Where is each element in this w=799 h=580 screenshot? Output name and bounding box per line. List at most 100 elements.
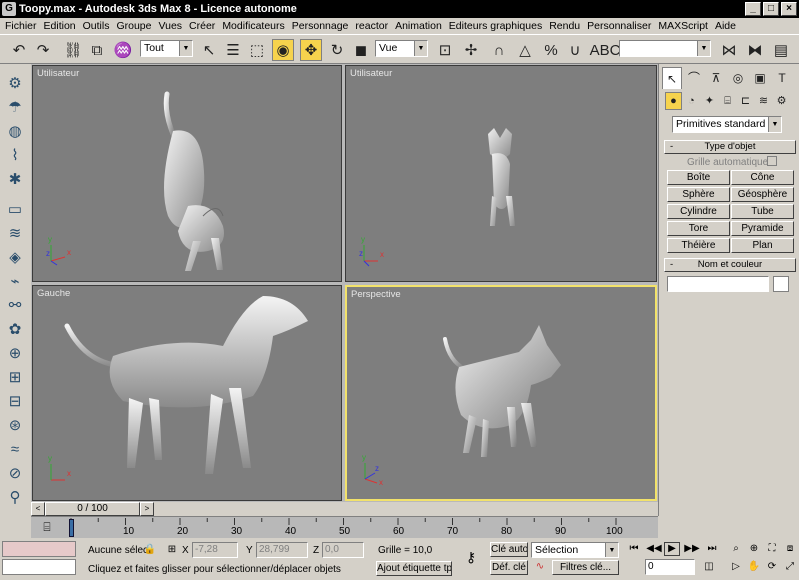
zoom-all-icon[interactable]: ⊕ (746, 542, 762, 556)
reactor-hinge-icon[interactable]: ⊛ (4, 414, 26, 436)
reactor-water-icon[interactable]: ⊞ (4, 366, 26, 388)
menu-reactor[interactable]: reactor (352, 20, 392, 32)
teapot-button[interactable]: Théière (667, 238, 730, 253)
reactor-spring-icon[interactable]: ≋ (4, 222, 26, 244)
cylinder-button[interactable]: Cylindre (667, 204, 730, 219)
dog-model-view-1[interactable] (33, 66, 342, 282)
add-time-tag-button[interactable]: Ajout étiquette tps (376, 561, 452, 576)
menu-outils[interactable]: Outils (80, 20, 114, 32)
tube-button[interactable]: Tube (731, 204, 794, 219)
box-button[interactable]: Boîte (667, 170, 730, 185)
tab-modify-icon[interactable]: ⌒ (684, 67, 704, 89)
shapes-category-icon[interactable]: ◔ (683, 92, 700, 110)
reactor-constraint-icon[interactable]: ⊟ (4, 390, 26, 412)
key-selection-dropdown[interactable]: Sélection ▼ (531, 542, 619, 558)
default-in-out-tangent-icon[interactable]: ∿ (532, 560, 548, 574)
reactor-deforming-mesh-icon[interactable]: ✱ (4, 168, 26, 190)
field-of-view-icon[interactable]: ▷ (728, 560, 744, 574)
zoom-extents-icon[interactable]: ⛶ (764, 542, 780, 556)
mirror-icon[interactable]: ⋈ (718, 39, 740, 61)
bind-space-warp-icon[interactable]: ♒ (112, 39, 134, 61)
dog-model-view-3[interactable] (33, 286, 342, 501)
tab-utilities-icon[interactable]: T (772, 67, 792, 89)
undo-icon[interactable]: ↶ (8, 39, 30, 61)
pyramid-button[interactable]: Pyramide (731, 221, 794, 236)
viewport-top-right[interactable]: Utilisateur x y z (345, 65, 657, 282)
3ds-max-icon[interactable]: G (2, 2, 16, 16)
time-slider[interactable]: < 0 / 100 > (31, 502, 658, 516)
dog-model-view-4[interactable] (347, 287, 655, 499)
arc-rotate-icon[interactable]: ⟳ (764, 560, 780, 574)
current-frame-field[interactable]: 0 (645, 559, 695, 575)
tab-hierarchy-icon[interactable]: ⊼ (706, 67, 726, 89)
select-and-rotate-icon[interactable]: ↻ (326, 39, 348, 61)
y-coordinate-field[interactable]: 28,799 (256, 542, 308, 558)
menu-edition[interactable]: Edition (41, 20, 80, 32)
torus-button[interactable]: Tore (667, 221, 730, 236)
auto-key-button[interactable]: Clé auto (490, 542, 528, 557)
snap-toggle-icon[interactable]: ∩ (488, 39, 510, 61)
menu-personnaliser[interactable]: Personnaliser (584, 20, 655, 32)
menu-maxscript[interactable]: MAXScript (655, 20, 712, 32)
menu-vues[interactable]: Vues (156, 20, 187, 32)
reactor-cloth-icon[interactable]: ☂ (4, 96, 26, 118)
spinner-snap-icon[interactable]: ∪ (564, 39, 586, 61)
space-warps-category-icon[interactable]: ≋ (755, 92, 772, 110)
reactor-toy-car-icon[interactable]: ✿ (4, 318, 26, 340)
named-selection-dropdown[interactable]: ▼ (619, 40, 711, 57)
close-button[interactable]: × (781, 2, 797, 16)
tab-display-icon[interactable]: ▣ (750, 67, 770, 89)
menu-fichier[interactable]: Fichier (2, 20, 41, 32)
pan-icon[interactable]: ✋ (746, 560, 762, 574)
time-configuration-icon[interactable]: ◫ (701, 560, 717, 574)
menu-modificateurs[interactable]: Modificateurs (219, 20, 288, 32)
select-and-manipulate-icon[interactable]: ✢ (460, 39, 482, 61)
viewport-top-left[interactable]: Utilisateur x y z (32, 65, 342, 282)
select-and-scale-icon[interactable]: ◼ (350, 39, 372, 61)
menu-creer[interactable]: Créer (186, 20, 219, 32)
reactor-soft-body-icon[interactable]: ◍ (4, 120, 26, 142)
name-color-rollout-header[interactable]: - Nom et couleur (664, 258, 796, 272)
tab-create-icon[interactable]: ↖ (662, 67, 682, 89)
select-and-link-icon[interactable]: ⛓ (62, 39, 84, 61)
category-dropdown[interactable]: Primitives standard ▼ (672, 116, 782, 133)
sphere-button[interactable]: Sphère (667, 187, 730, 202)
maximize-viewport-icon[interactable]: ⤢ (782, 560, 798, 574)
percent-snap-icon[interactable]: % (540, 39, 562, 61)
viewport-bottom-right[interactable]: Perspective x y z (345, 285, 657, 501)
reactor-rigid-body-icon[interactable]: ⚙ (4, 72, 26, 94)
autogrid-checkbox[interactable] (767, 156, 777, 166)
go-to-end-icon[interactable]: ⏭ (704, 542, 720, 556)
reactor-fracture-icon[interactable]: ⊕ (4, 342, 26, 364)
x-coordinate-field[interactable]: -7,28 (192, 542, 238, 558)
previous-frame-icon[interactable]: ◀◀ (646, 542, 662, 556)
maxscript-input[interactable] (2, 559, 76, 575)
time-next-button[interactable]: > (140, 502, 154, 516)
next-frame-icon[interactable]: ▶▶ (684, 542, 700, 556)
angle-snap-icon[interactable]: △ (514, 39, 536, 61)
object-type-rollout-header[interactable]: - Type d'objet (664, 140, 796, 154)
object-color-swatch[interactable] (773, 276, 789, 292)
lights-category-icon[interactable]: ✦ (701, 92, 718, 110)
menu-aide[interactable]: Aide (712, 20, 740, 32)
select-and-move-icon[interactable]: ✥ (300, 39, 322, 61)
time-prev-button[interactable]: < (31, 502, 45, 516)
reactor-rope-icon[interactable]: ⌇ (4, 144, 26, 166)
rectangular-selection-icon[interactable]: ⬚ (246, 39, 268, 61)
systems-category-icon[interactable]: ⚙ (773, 92, 790, 110)
viewport-bottom-left[interactable]: Gauche x y (32, 285, 342, 501)
lock-icon[interactable]: 🔒 (142, 543, 158, 557)
track-bar[interactable]: 10 20 30 40 50 60 70 80 90 100 (31, 516, 658, 538)
unlink-icon[interactable]: ⧉ (86, 39, 108, 61)
reactor-ragdoll-icon[interactable]: ⊘ (4, 462, 26, 484)
layer-manager-icon[interactable]: ▤ (770, 39, 792, 61)
select-by-name-icon[interactable]: ☰ (222, 39, 244, 61)
plane-button[interactable]: Plan (731, 238, 794, 253)
menu-rendu[interactable]: Rendu (546, 20, 584, 32)
cameras-category-icon[interactable]: ⌸ (719, 92, 736, 110)
reactor-point-icon[interactable]: ≈ (4, 438, 26, 460)
zoom-icon[interactable]: ⌕ (728, 542, 744, 556)
align-icon[interactable]: ⧓ (744, 39, 766, 61)
select-object-icon[interactable]: ↖ (198, 39, 220, 61)
reactor-motor-icon[interactable]: ⌁ (4, 270, 26, 292)
